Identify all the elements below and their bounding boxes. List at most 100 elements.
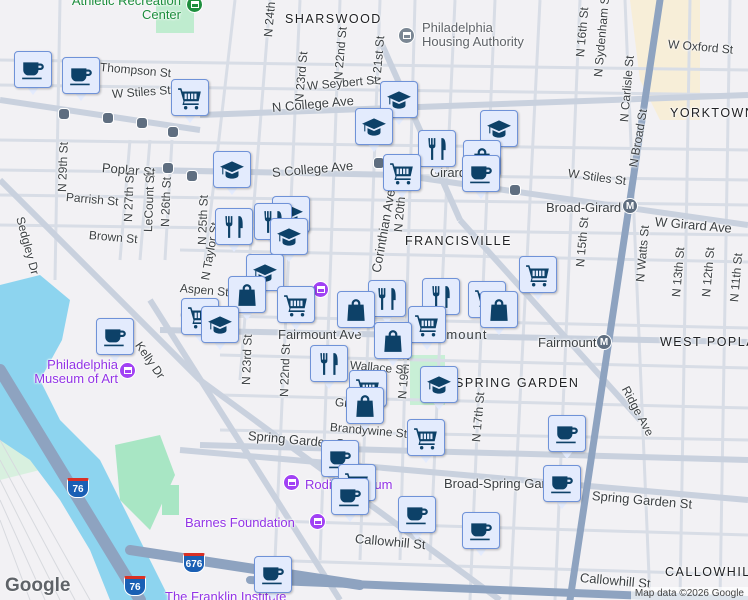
marker-body <box>355 108 393 145</box>
bus-stop-icon[interactable] <box>102 112 114 124</box>
map-canvas[interactable]: SHARSWOOD YORKTOWN FRANCISVILLE SPRING G… <box>0 0 748 600</box>
museum-icon[interactable] <box>119 362 136 379</box>
marker-body <box>215 208 253 245</box>
area-label-sharswood: SHARSWOOD <box>285 12 382 26</box>
poi-philadelphia-housing-authority[interactable]: Philadelphia Housing Authority <box>422 21 542 49</box>
bus-stop-icon[interactable] <box>162 162 174 174</box>
school-marker[interactable] <box>420 366 458 412</box>
coffee-shop-marker[interactable] <box>96 318 134 364</box>
museum-icon[interactable] <box>283 474 300 491</box>
marker-body <box>480 291 518 328</box>
poi-athletic-recreation-center[interactable]: Athletic Recreation Center <box>66 0 181 22</box>
school-icon <box>361 114 387 140</box>
grocery-store-icon <box>413 425 439 451</box>
shopping-icon <box>486 297 512 323</box>
restaurant-marker[interactable] <box>418 130 456 176</box>
shopping-marker[interactable] <box>374 322 412 368</box>
street-label: N 29th St <box>55 141 71 193</box>
marker-body <box>398 496 436 533</box>
map-attribution[interactable]: Map data ©2026 Google <box>630 587 748 600</box>
poi-barnes-foundation[interactable]: Barnes Foundation <box>185 516 295 530</box>
school-icon <box>219 157 245 183</box>
coffee-shop-marker[interactable] <box>548 415 586 461</box>
marker-body <box>408 306 446 343</box>
school-icon <box>486 116 512 142</box>
street-label: N 27th St <box>121 171 137 223</box>
coffee-shop-icon <box>68 63 94 89</box>
shopping-marker[interactable] <box>480 291 518 337</box>
marker-body <box>548 415 586 452</box>
shopping-marker[interactable] <box>337 291 375 337</box>
grocery-store-marker[interactable] <box>277 286 315 332</box>
marker-body <box>331 478 369 515</box>
shopping-marker[interactable] <box>346 387 384 433</box>
coffee-shop-icon <box>260 562 286 588</box>
restaurant-marker[interactable] <box>215 208 253 254</box>
google-logo: Google <box>5 575 71 596</box>
marker-body <box>346 387 384 424</box>
marker-body <box>201 306 239 343</box>
coffee-shop-marker[interactable] <box>14 51 52 97</box>
coffee-shop-marker[interactable] <box>543 465 581 511</box>
school-marker[interactable] <box>213 151 251 197</box>
shopping-icon <box>352 393 378 419</box>
school-icon <box>426 372 452 398</box>
grocery-store-icon <box>525 262 551 288</box>
coffee-shop-marker[interactable] <box>331 478 369 524</box>
bus-stop-icon[interactable] <box>58 108 70 120</box>
marker-body <box>96 318 134 355</box>
interstate-shield-icon: 676 <box>183 553 205 573</box>
bus-stop-icon[interactable] <box>509 184 521 196</box>
street-label: N 23rd St <box>239 334 255 386</box>
restaurant-marker[interactable] <box>310 345 348 391</box>
street-label: LeCount St <box>141 171 158 233</box>
metro-station-icon[interactable]: M <box>596 334 612 350</box>
marker-body <box>519 256 557 293</box>
marker-body <box>383 154 421 191</box>
grocery-store-marker[interactable] <box>407 419 445 465</box>
marker-body <box>462 155 500 192</box>
coffee-shop-icon <box>337 484 363 510</box>
marker-body <box>337 291 375 328</box>
area-label-west-poplar: WEST POPLAR <box>660 335 748 349</box>
marker-body <box>420 366 458 403</box>
museum-icon[interactable] <box>309 513 326 530</box>
coffee-shop-icon <box>549 471 575 497</box>
grocery-store-marker[interactable] <box>408 306 446 352</box>
coffee-shop-marker[interactable] <box>462 155 500 201</box>
government-building-icon[interactable] <box>398 27 415 44</box>
marker-body <box>62 57 100 94</box>
metro-station-icon[interactable]: M <box>622 198 638 214</box>
grocery-store-icon <box>177 85 203 111</box>
bus-stop-icon[interactable] <box>136 117 148 129</box>
interstate-shield-icon: 76 <box>124 576 146 596</box>
shopping-icon <box>380 328 406 354</box>
coffee-shop-marker[interactable] <box>62 57 100 103</box>
area-label-yorktown: YORKTOWN <box>670 106 748 120</box>
coffee-shop-marker[interactable] <box>398 496 436 542</box>
grocery-store-icon <box>414 312 440 338</box>
marker-body <box>374 322 412 359</box>
coffee-shop-icon <box>554 421 580 447</box>
school-icon <box>207 312 233 338</box>
marker-body <box>310 345 348 382</box>
coffee-shop-icon <box>102 324 128 350</box>
street-label: Broad-Girard <box>546 200 622 215</box>
marker-body <box>254 556 292 593</box>
coffee-shop-icon <box>468 518 494 544</box>
grocery-store-marker[interactable] <box>171 79 209 125</box>
shopping-icon <box>234 282 260 308</box>
bus-stop-icon[interactable] <box>167 126 179 138</box>
school-marker[interactable] <box>355 108 393 154</box>
coffee-shop-marker[interactable] <box>254 556 292 600</box>
grocery-store-marker[interactable] <box>519 256 557 302</box>
school-marker[interactable] <box>201 306 239 352</box>
coffee-shop-marker[interactable] <box>462 512 500 558</box>
bus-stop-icon[interactable] <box>186 170 198 182</box>
grocery-store-marker[interactable] <box>383 154 421 200</box>
area-label-spring-garden: SPRING GARDEN <box>455 376 580 390</box>
marker-body <box>407 419 445 456</box>
area-label-callowhill: CALLOWHILL <box>665 565 748 579</box>
interstate-shield-icon: 76 <box>67 478 89 498</box>
marker-body <box>418 130 456 167</box>
